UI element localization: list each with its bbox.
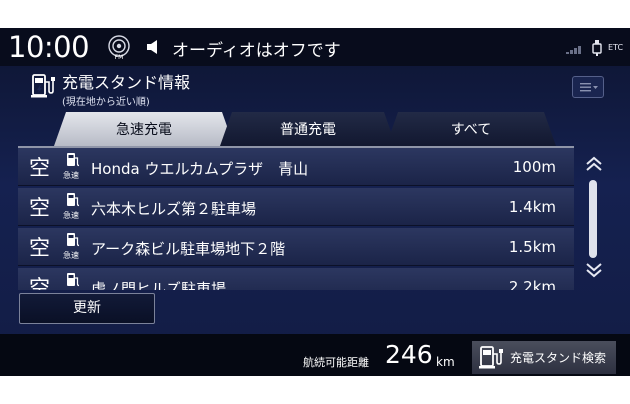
scroll-down-button[interactable] <box>584 262 604 278</box>
charger-plug-icon <box>67 153 80 167</box>
usb-icon <box>592 40 602 56</box>
fm-radio-icon: FM <box>108 35 130 60</box>
charger-type-label: 急速 <box>63 211 79 220</box>
station-name: 虎ノ門ヒルズ駐車場 <box>91 280 227 290</box>
station-row[interactable]: 空 急速 アーク森ビル駐車場地下２階 1.5km <box>18 228 574 266</box>
page-subtitle: (現在地から近い順) <box>62 97 150 108</box>
clock: 10:00 <box>8 30 90 64</box>
svg-text:FM: FM <box>115 54 124 60</box>
station-row[interactable]: 空 急速 虎ノ門ヒルズ駐車場 2.2km <box>18 268 574 290</box>
station-row[interactable]: 空 急速 Honda ウエルカムプラザ 青山 100m <box>18 148 574 186</box>
scrollbar[interactable] <box>589 180 597 258</box>
station-name: アーク森ビル駐車場地下２階 <box>91 240 286 258</box>
bottom-bar: 航続可能距離 246 km 充電スタンド検索 <box>0 334 630 376</box>
charger-type-label: 急速 <box>63 251 79 260</box>
availability-status: 空 <box>29 156 50 180</box>
charging-station-search-button[interactable]: 充電スタンド検索 <box>472 341 616 374</box>
charger-type-label: 急速 <box>63 171 79 180</box>
tab-normal-charge[interactable]: 普通充電 <box>220 112 396 146</box>
range-label: 航続可能距離 <box>303 356 369 369</box>
menu-button[interactable] <box>572 76 604 98</box>
range-value: 246 <box>385 340 433 369</box>
ev-charger-icon <box>479 346 503 369</box>
quick-charger-badge: 急速 <box>62 152 86 182</box>
scroll-up-button[interactable] <box>584 156 604 172</box>
charger-plug-icon <box>67 193 80 207</box>
quick-charger-badge: 急速 <box>62 272 86 290</box>
availability-status: 空 <box>29 196 50 220</box>
signal-icon <box>566 46 581 54</box>
quick-charger-badge: 急速 <box>62 192 86 222</box>
station-distance: 100m <box>512 158 556 176</box>
range-unit: km <box>436 355 455 369</box>
scrollbar-thumb[interactable] <box>589 180 597 258</box>
station-name: 六本木ヒルズ第２駐車場 <box>91 200 257 218</box>
station-distance: 1.4km <box>508 198 556 216</box>
station-distance: 2.2km <box>508 278 556 290</box>
speaker-icon <box>147 40 157 54</box>
station-row[interactable]: 空 急速 六本木ヒルズ第２駐車場 1.4km <box>18 188 574 226</box>
charger-plug-icon <box>67 233 80 247</box>
quick-charger-badge: 急速 <box>62 232 86 262</box>
availability-status: 空 <box>29 276 50 290</box>
menu-icon <box>580 83 598 92</box>
charging-station-list: 空 急速 Honda ウエルカムプラザ 青山 100m 空 急速 六本木ヒルズ第… <box>18 148 574 290</box>
charger-plug-icon <box>67 273 80 287</box>
navigation-screen: 10:00 FM オーディオはオフです ETC 充電スタンド情報 (現在地から近… <box>0 28 630 376</box>
audio-status: オーディオはオフです <box>172 41 341 61</box>
search-button-label: 充電スタンド検索 <box>510 351 607 365</box>
station-name: Honda ウエルカムプラザ 青山 <box>91 160 309 178</box>
tab-all[interactable]: すべて <box>386 112 556 146</box>
availability-status: 空 <box>29 236 50 260</box>
station-distance: 1.5km <box>508 238 556 256</box>
tab-quick-charge[interactable]: 急速充電 <box>54 112 234 146</box>
page-title: 充電スタンド情報 <box>62 73 191 92</box>
ev-charger-icon <box>31 74 55 98</box>
update-button[interactable]: 更新 <box>19 293 155 324</box>
status-bar: 10:00 FM オーディオはオフです ETC <box>0 28 630 66</box>
etc-indicator: ETC <box>608 43 624 52</box>
